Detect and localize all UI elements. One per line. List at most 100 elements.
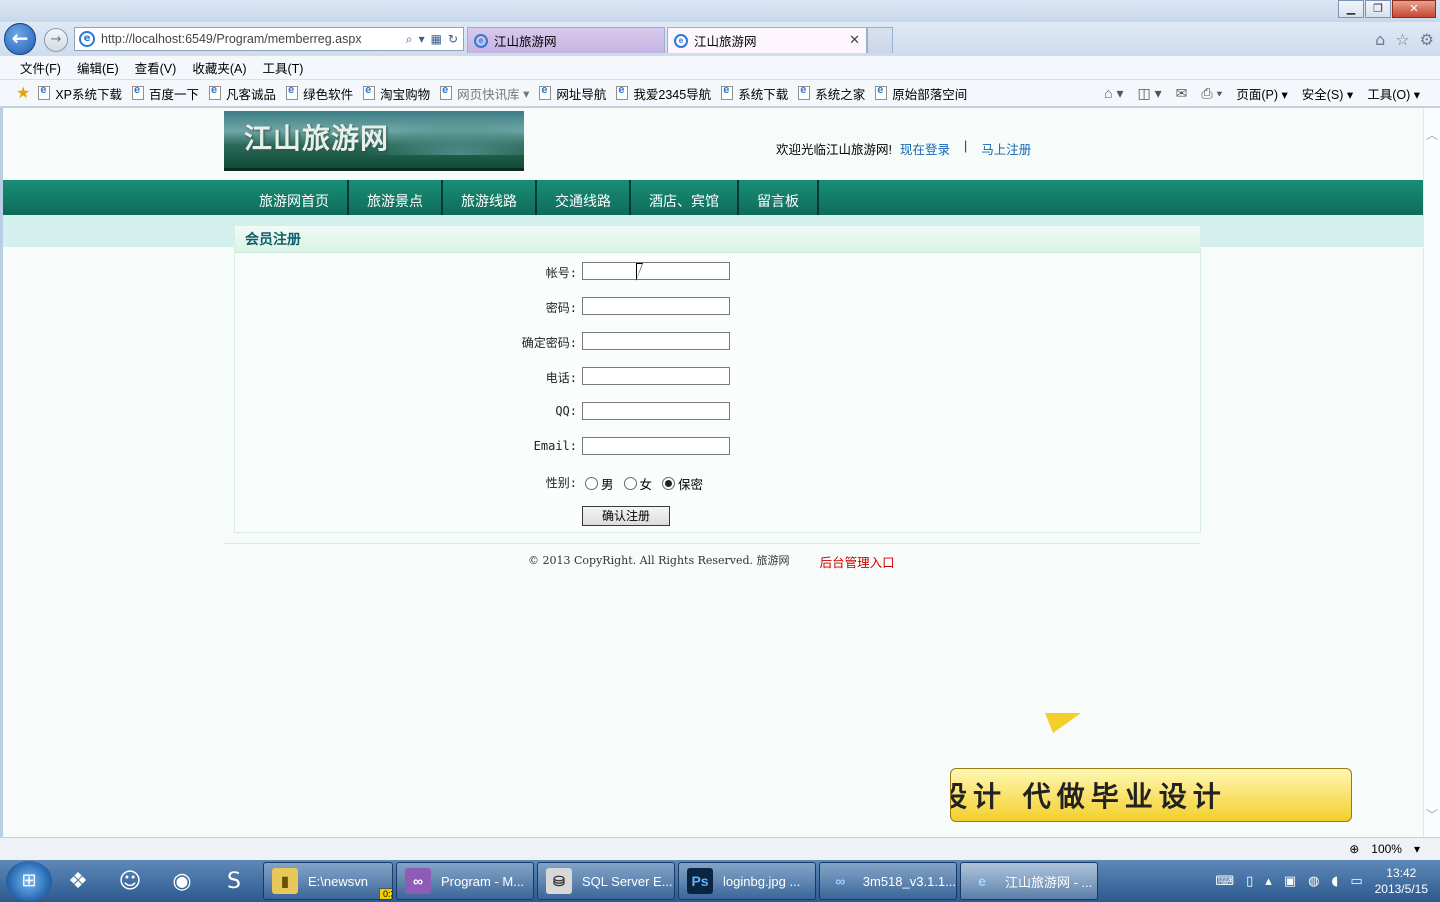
menu-bar: 文件(F) 编辑(E) 查看(V) 收藏夹(A) 工具(T) xyxy=(0,56,1440,80)
home-icon[interactable]: ⌂ xyxy=(1375,30,1385,49)
qq-input[interactable] xyxy=(582,402,730,420)
gender-option-secret[interactable]: 保密 xyxy=(662,474,703,493)
clock[interactable]: 13:42 2013/5/15 xyxy=(1375,865,1428,897)
qq-icon[interactable]: ☺ xyxy=(104,861,156,901)
compat-view-icon[interactable]: ▦ xyxy=(431,32,442,47)
fav-item[interactable]: 系统之家 xyxy=(798,84,865,103)
tab-1[interactable]: e 江山旅游网 xyxy=(467,27,665,53)
gender-option-male[interactable]: 男 xyxy=(585,474,614,493)
register-link[interactable]: 马上注册 xyxy=(981,139,1031,158)
nav-tour-routes[interactable]: 旅游线路 xyxy=(443,180,537,215)
password-input[interactable] xyxy=(582,297,730,315)
tab-label: 江山旅游网 xyxy=(494,35,557,49)
scroll-up-icon[interactable]: ︿ xyxy=(1426,126,1438,143)
menu-tools[interactable]: 工具(T) xyxy=(262,58,303,77)
menu-favorites[interactable]: 收藏夹(A) xyxy=(192,58,246,77)
keyboard-icon[interactable]: ⌨ xyxy=(1215,874,1234,889)
firefox-icon[interactable]: ◉ xyxy=(156,861,208,901)
task-sql-server[interactable]: ⛁ SQL Server E... xyxy=(537,862,675,900)
task-ie-active[interactable]: e 江山旅游网 - ... xyxy=(960,862,1098,900)
fav-item[interactable]: 系统下载 xyxy=(721,84,788,103)
vertical-scrollbar[interactable]: ︿ ﹀ xyxy=(1423,108,1440,837)
sogou-icon[interactable]: S xyxy=(208,861,260,901)
fav-item[interactable]: 凡客诚品 xyxy=(209,84,276,103)
pinned-app-icon[interactable]: ❖ xyxy=(52,861,104,901)
nav-guestbook[interactable]: 留言板 xyxy=(739,180,819,215)
fav-label: 网页快讯库 xyxy=(457,87,520,102)
nav-hotels[interactable]: 酒店、宾馆 xyxy=(631,180,739,215)
task-photoshop[interactable]: Ps loginbg.jpg ... xyxy=(678,862,816,900)
site-logo[interactable]: 江山旅游网 xyxy=(224,111,524,171)
favorites-star-icon[interactable]: ★ xyxy=(16,83,30,103)
forward-button[interactable]: → xyxy=(44,28,68,52)
minimize-button[interactable]: ▁ xyxy=(1338,0,1364,18)
fav-item[interactable]: 百度一下 xyxy=(132,84,199,103)
nav-attractions[interactable]: 旅游景点 xyxy=(349,180,443,215)
menu-safety[interactable]: 安全(S) ▾ xyxy=(1302,84,1353,103)
menu-page[interactable]: 页面(P) ▾ xyxy=(1236,84,1287,103)
fav-item[interactable]: XP系统下载 xyxy=(38,84,122,103)
fav-item[interactable]: 淘宝购物 xyxy=(363,84,430,103)
zoom-control[interactable]: ⊕ 100% ▾ xyxy=(1349,842,1420,856)
chevron-down-icon[interactable]: ▾ xyxy=(1414,842,1420,856)
volume-icon[interactable]: ◖ xyxy=(1331,874,1338,889)
close-tab-icon[interactable]: ✕ xyxy=(849,32,860,48)
action-center-icon[interactable]: ▭ xyxy=(1350,874,1362,889)
task-3m518[interactable]: ∞ 3m518_v3.1.1... xyxy=(819,862,957,900)
start-button[interactable]: ⊞ xyxy=(6,861,52,901)
email-input[interactable] xyxy=(582,437,730,455)
callout-text: 设计 代做毕业设计 xyxy=(950,780,1227,813)
back-button[interactable]: ← xyxy=(4,23,36,55)
menu-file[interactable]: 文件(F) xyxy=(20,58,61,77)
fav-label: 淘宝购物 xyxy=(380,87,431,102)
print-icon[interactable]: ⎙ ▾ xyxy=(1201,85,1222,102)
close-window-button[interactable]: ✕ xyxy=(1392,0,1436,18)
account-input[interactable] xyxy=(582,262,730,280)
menu-edit[interactable]: 编辑(E) xyxy=(77,58,119,77)
fav-item[interactable]: 网址导航 xyxy=(539,84,606,103)
gender-option-female[interactable]: 女 xyxy=(623,474,652,493)
security-icon[interactable]: ◍ xyxy=(1308,874,1319,889)
admin-link[interactable]: 后台管理入口 xyxy=(820,552,895,571)
favorites-star-icon[interactable]: ☆ xyxy=(1395,30,1409,49)
submit-register-button[interactable]: 确认注册 xyxy=(582,506,670,526)
scroll-down-icon[interactable]: ﹀ xyxy=(1426,806,1438,823)
form-row-gender: 性别: 男 女 保密 xyxy=(235,472,1201,492)
maximize-button[interactable]: ❐ xyxy=(1365,0,1391,18)
radio-button[interactable] xyxy=(623,477,637,490)
tab-2-active[interactable]: e 江山旅游网 ✕ xyxy=(667,27,867,53)
address-bar[interactable]: e http://localhost:6549/Program/memberre… xyxy=(74,27,464,51)
gender-radio-group: 男 女 保密 xyxy=(585,474,713,493)
fav-item[interactable]: 我爱2345导航 xyxy=(616,84,711,103)
page-icon xyxy=(440,84,453,100)
task-visual-studio[interactable]: ∞ Program - M... xyxy=(396,862,534,900)
fav-item[interactable]: 网页快讯库 ▾ xyxy=(440,84,529,103)
login-link[interactable]: 现在登录 xyxy=(900,139,950,158)
home-icon[interactable]: ⌂ ▾ xyxy=(1104,85,1123,102)
radio-button-selected[interactable] xyxy=(662,477,676,490)
rss-icon[interactable]: ◫ ▾ xyxy=(1137,85,1161,102)
search-icon[interactable]: ⌕ xyxy=(406,32,413,47)
usb-icon[interactable]: ▯ xyxy=(1246,874,1253,889)
fav-item[interactable]: 原始部落空间 xyxy=(875,84,967,103)
dropdown-icon[interactable]: ▾ xyxy=(419,32,425,47)
mail-icon[interactable]: ✉ xyxy=(1176,85,1188,102)
menu-view[interactable]: 查看(V) xyxy=(135,58,177,77)
new-tab-button[interactable] xyxy=(867,27,893,53)
fav-label: 系统下载 xyxy=(738,87,789,102)
confirm-password-input[interactable] xyxy=(582,332,730,350)
network-icon[interactable]: ▣ xyxy=(1284,874,1296,889)
radio-button[interactable] xyxy=(585,477,598,490)
fav-item[interactable]: 绿色软件 xyxy=(286,84,353,103)
menu-tools-cmd[interactable]: 工具(O) ▾ xyxy=(1367,84,1420,103)
phone-input[interactable] xyxy=(582,367,730,385)
gear-icon[interactable]: ⚙ xyxy=(1420,30,1434,49)
browser-right-icons: ⌂ ☆ ⚙ xyxy=(1375,30,1434,49)
url-text[interactable]: http://localhost:6549/Program/memberreg.… xyxy=(101,32,406,46)
nav-transport[interactable]: 交通线路 xyxy=(537,180,631,215)
nav-home[interactable]: 旅游网首页 xyxy=(241,180,349,215)
task-explorer[interactable]: ▮ E:\newsvn 0:32 xyxy=(263,862,393,900)
tray-expand-icon[interactable]: ▴ xyxy=(1265,874,1272,889)
page-icon xyxy=(721,84,734,100)
refresh-icon[interactable]: ↻ xyxy=(448,32,458,47)
